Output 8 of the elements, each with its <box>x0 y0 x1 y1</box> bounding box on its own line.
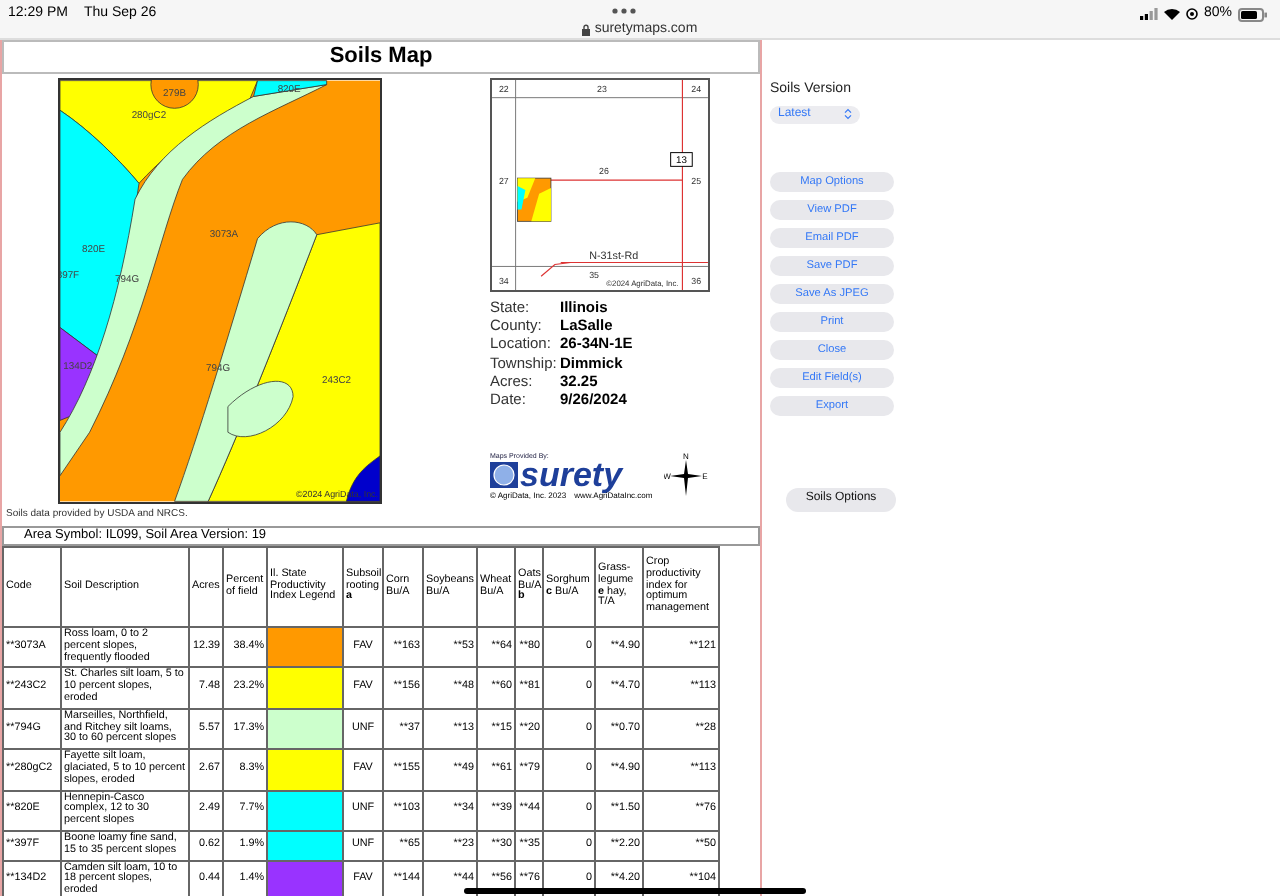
report-title: Soils Map <box>329 42 433 73</box>
more-icon[interactable] <box>612 8 636 14</box>
location-icon <box>1185 8 1198 21</box>
signal-icon <box>1139 8 1158 21</box>
wifi-icon <box>1163 8 1180 21</box>
chevron-icon <box>844 108 852 120</box>
battery-icon <box>1238 7 1268 22</box>
lock-icon <box>582 24 591 37</box>
